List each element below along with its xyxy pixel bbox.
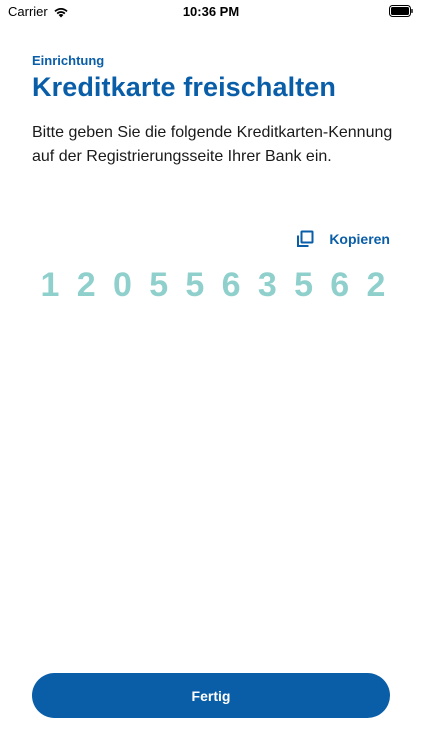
card-id-digit: 1 [40, 266, 60, 304]
copy-icon [297, 230, 314, 247]
card-id-digit: 3 [257, 266, 277, 304]
copy-label: Kopieren [329, 231, 390, 247]
card-id-digit: 2 [76, 266, 96, 304]
status-time: 10:36 PM [182, 4, 240, 19]
done-button[interactable]: Fertig [32, 673, 390, 718]
instructions-text: Bitte geben Sie die folgende Kreditkarte… [32, 124, 393, 165]
card-id-digit: 5 [294, 266, 313, 304]
card-id-digit: 2 [366, 266, 386, 304]
card-id-digits: 1 2 0 5 5 6 3 5 6 2 [38, 266, 388, 305]
card-id-digit: 5 [149, 266, 169, 304]
card-id-digit: 6 [330, 266, 350, 304]
page-title: Kreditkarte freischalten [32, 72, 337, 102]
card-id-digit: 5 [185, 266, 205, 304]
copy-button[interactable]: Kopieren [295, 229, 390, 249]
battery-icon [389, 5, 413, 17]
card-id-digit: 0 [112, 266, 132, 304]
card-id-digit: 6 [221, 266, 241, 304]
status-bar: Carrier 10:36 PM [0, 0, 422, 24]
section-overline: Einrichtung [32, 53, 105, 68]
